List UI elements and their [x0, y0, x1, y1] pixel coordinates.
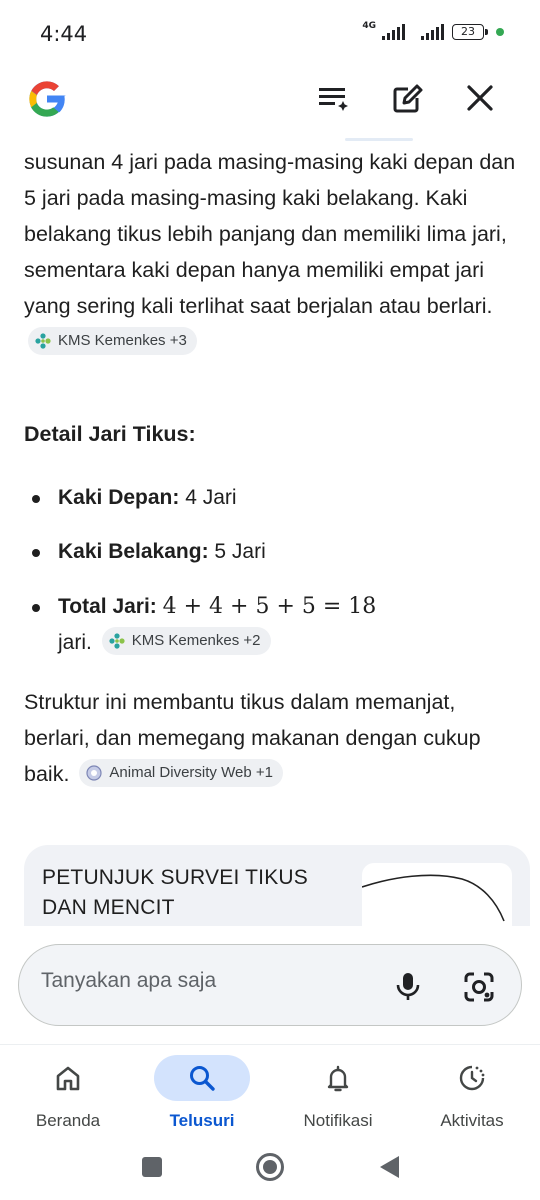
back-button[interactable]: [374, 1152, 404, 1182]
bullet-dot: [32, 495, 40, 503]
scroll-indicator: [345, 138, 413, 141]
nav-pill-active: [154, 1055, 250, 1101]
google-lens-icon[interactable]: [461, 969, 497, 1005]
system-navigation-bar: [0, 1134, 540, 1200]
section-heading: Detail Jari Tikus:: [24, 422, 196, 446]
nav-item-aktivitas[interactable]: Aktivitas: [412, 1051, 532, 1135]
nav-label: Aktivitas: [440, 1111, 504, 1130]
battery-icon: 23: [452, 24, 488, 40]
search-area: [0, 926, 540, 1044]
bullet-value: 5 Jari: [214, 540, 266, 563]
answer-paragraph-1: susunan 4 jari pada masing-masing kaki d…: [24, 144, 524, 360]
edit-note-icon[interactable]: [388, 78, 428, 118]
search-input[interactable]: [41, 969, 361, 993]
search-icon: [190, 1066, 215, 1091]
status-time: 4:44: [40, 22, 88, 46]
back-triangle-icon: [380, 1156, 399, 1178]
nav-pill: [290, 1055, 386, 1101]
home-icon: [56, 1066, 80, 1091]
nav-pill: [424, 1055, 520, 1101]
globe-icon: [86, 765, 103, 781]
nav-pill: [20, 1055, 116, 1101]
source-chip-animal-diversity-web[interactable]: Animal Diversity Web +1: [79, 759, 283, 788]
nav-item-beranda[interactable]: Beranda: [8, 1051, 128, 1135]
nav-item-notifikasi[interactable]: Notifikasi: [278, 1051, 398, 1135]
recents-icon: [142, 1157, 162, 1177]
activity-icon: [459, 1065, 485, 1091]
bullet-dot: [32, 604, 40, 612]
chip-label: KMS Kemenkes +2: [131, 632, 261, 650]
math-expression: 4 + 4 + 5 + 5 = 18: [162, 594, 377, 619]
bullet-dot: [32, 549, 40, 557]
bullet-value: 4 Jari: [185, 486, 237, 509]
answer-paragraph-2: Struktur ini membantu tikus dalam memanj…: [24, 684, 524, 792]
bullet-label: Kaki Depan:: [58, 486, 180, 509]
nav-label: Notifikasi: [303, 1111, 373, 1130]
paragraph-1-text: susunan 4 jari pada masing-masing kaki d…: [24, 150, 516, 318]
status-bar: 4:44 4G 23: [0, 0, 540, 64]
home-circle-icon: [256, 1153, 284, 1181]
search-bar[interactable]: [18, 944, 522, 1026]
bullet-label: Kaki Belakang:: [58, 540, 209, 563]
close-icon[interactable]: [460, 78, 500, 118]
mic-icon[interactable]: [391, 969, 425, 1003]
chip-label: Animal Diversity Web +1: [109, 764, 273, 782]
bullet-suffix: jari.: [58, 631, 92, 654]
bottom-navigation: Beranda Telusuri Notifikasi Aktivitas: [0, 1044, 540, 1134]
recents-button[interactable]: [137, 1152, 167, 1182]
kemenkes-logo-icon: [109, 633, 125, 650]
top-app-bar: [0, 64, 540, 132]
kemenkes-logo-icon: [35, 333, 51, 349]
bell-icon: [327, 1065, 349, 1092]
google-logo[interactable]: [24, 76, 70, 122]
chip-label: KMS Kemenkes +3: [58, 332, 187, 350]
nav-label: Telusuri: [169, 1111, 235, 1130]
ai-answer-content[interactable]: susunan 4 jari pada masing-masing kaki d…: [0, 132, 540, 940]
source-chip-kms-kemenkes[interactable]: KMS Kemenkes +3: [28, 327, 197, 356]
card-title: PETUNJUK SURVEI TIKUS DAN MENCIT: [42, 866, 308, 919]
nav-item-telusuri[interactable]: Telusuri: [142, 1051, 262, 1135]
nav-label: Beranda: [35, 1111, 101, 1130]
source-chip-kms-kemenkes-2[interactable]: KMS Kemenkes +2: [101, 627, 271, 656]
privacy-indicator-dot: [496, 28, 504, 36]
status-indicators: 4G 23: [362, 21, 504, 40]
playlist-add-icon[interactable]: [314, 78, 354, 118]
network-type-label: 4G: [362, 21, 376, 31]
signal-icon: [382, 24, 405, 40]
signal-icon-2: [421, 24, 444, 40]
bullet-label: Total Jari:: [58, 595, 157, 618]
home-button[interactable]: [255, 1152, 285, 1182]
